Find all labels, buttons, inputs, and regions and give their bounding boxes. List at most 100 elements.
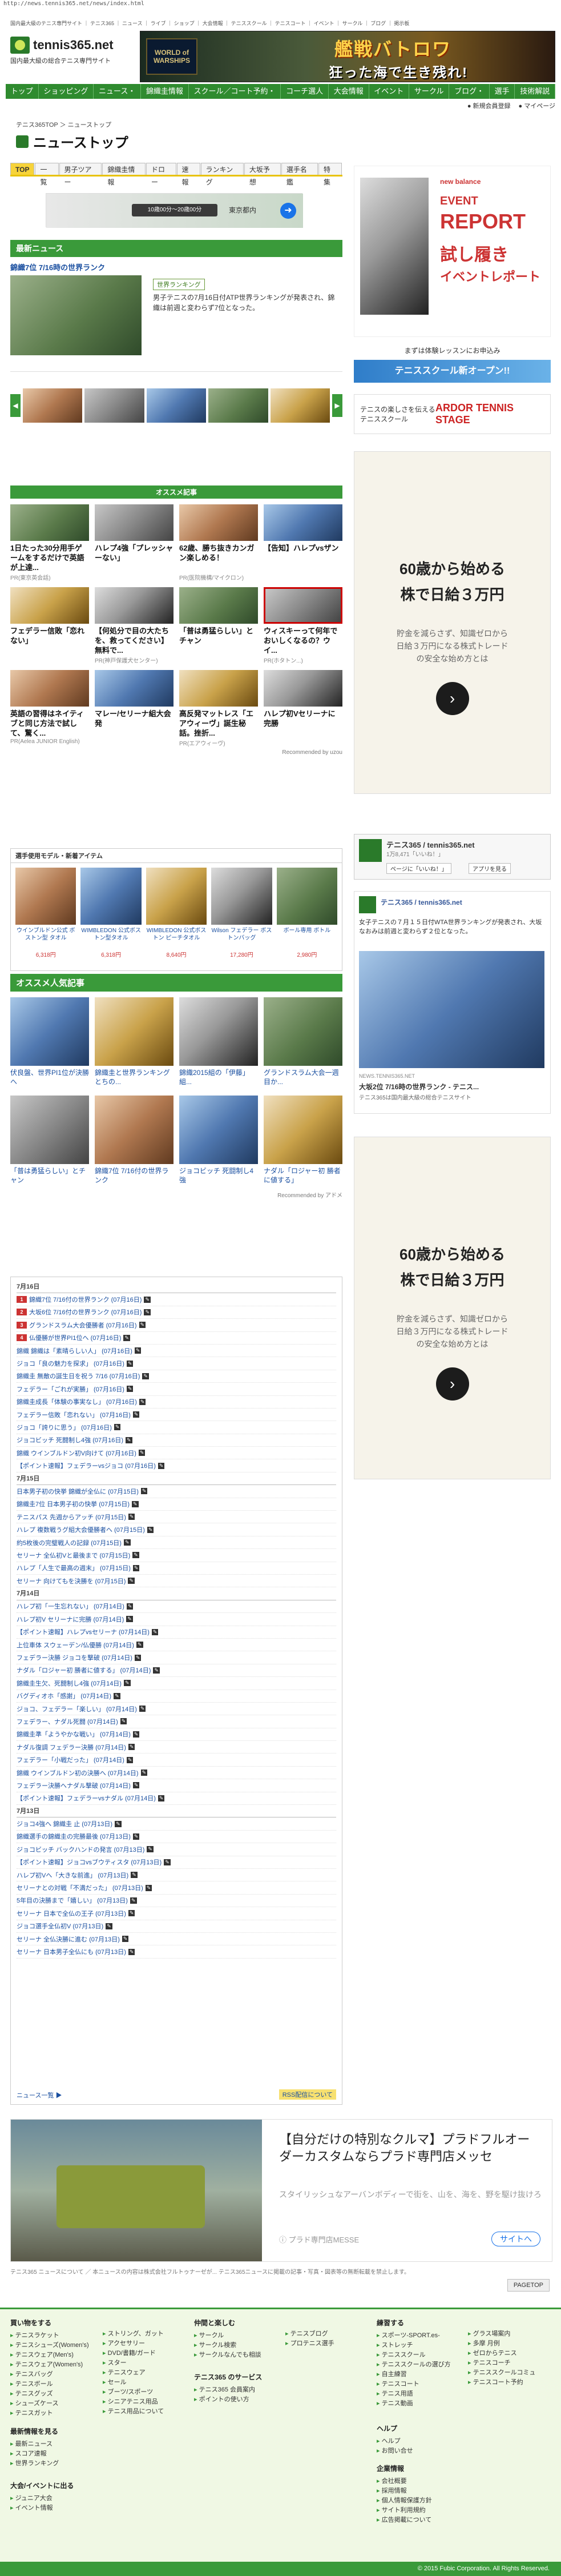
footer-link[interactable]: サークルなんでも相談 [194,2350,261,2360]
goods-item[interactable]: Wilson フェデラー ボストンバッグ 17,280円 [211,868,272,958]
news-row[interactable]: 錦織選手の錦織圭の完勝最後 (07月13日) ✎ [17,1831,336,1844]
popular-card[interactable]: 錦織2015組の「伊藤」組... [179,997,258,1088]
footer-link[interactable]: ヘルプ [377,2437,413,2446]
news-row[interactable]: 【ポイント速報】ハレプvsセリーナ (07月14日) ✎ [17,1626,336,1639]
news-row[interactable]: セリーナ 向けてもを決勝を (07月15日) ✎ [17,1575,336,1588]
fb-post-name[interactable]: テニス365 / tennis365.net [381,897,462,907]
url-bar[interactable]: http://news.tennis365.net/news/index.htm… [0,0,561,8]
footer-link[interactable]: サークル検索 [194,2341,261,2350]
site-logo[interactable]: tennis365.net [10,37,114,54]
footer-link[interactable]: テニスブログ [285,2329,334,2339]
tab-1[interactable]: 一覧 [35,163,59,186]
tab-7[interactable]: 大坂予想 [244,163,281,186]
car-ad-link[interactable]: サイトへ [491,2232,540,2246]
recommend-card[interactable]: 高反発マットレス「エアウィーヴ」誕生秘話。挫折... PR(エアウィーヴ) [179,670,258,747]
footer-link[interactable]: テニスボール [10,2380,89,2389]
news-list-link[interactable]: ニュース一覧 ▶ [17,2091,62,2100]
footer-link[interactable]: アクセサリー [103,2339,164,2349]
news-row[interactable]: 錦織 錦織は「素晴らしい人」 (07月16日) ✎ [17,1345,336,1358]
carousel-photo[interactable] [208,388,268,423]
footer-link[interactable]: 多摩 月例 [468,2339,535,2349]
news-row[interactable]: 錦織圭準「ようやかな戦い」 (07月14日) ✎ [17,1728,336,1742]
header-banner-ad[interactable]: WORLD of WARSHIPS 艦戦バトロワ 狂った海で生き残れ! [140,31,555,82]
nav-item[interactable]: 選手 [490,84,515,99]
footer-link[interactable]: テニススクールコミュ [468,2368,536,2378]
nav-item[interactable]: ブログ・ [449,84,490,99]
footer-link[interactable]: テニスコート [377,2380,451,2389]
nav-item[interactable]: 錦織圭情報 [141,84,189,99]
car-ad[interactable]: 【自分だけの特別なクルマ】プラドフルオーダーカスタムならプラド専門店メッセ スタ… [10,2119,552,2262]
footer-link[interactable]: テニス365 会員案内 [194,2385,262,2395]
tab-8[interactable]: 選手名鑑 [281,163,318,186]
footer-link[interactable]: プロテニス選手 [285,2339,334,2349]
footer-link[interactable]: テニスコート予約 [468,2378,535,2388]
news-row[interactable]: ハレプ 複数戦うグ組大会優勝者へ (07月15日) ✎ [17,1523,336,1536]
breadcrumb[interactable]: テニス365TOP ＞ ニューストップ [16,120,111,129]
tab-2[interactable]: 男子ツアー [59,163,102,186]
popular-card[interactable]: 伏良盤、世界PI1位が決勝へ [10,997,89,1088]
footer-link[interactable]: テニス動画 [377,2399,451,2409]
fb-page-name[interactable]: テニス365 / tennis365.net [386,839,475,850]
fb-post-photo[interactable] [359,951,544,1068]
news-row[interactable]: ハレプ「人生で最高の週末」 (07月15日) ✎ [17,1562,336,1575]
news-row[interactable]: ジョコ「良の魅力を探求」 (07月16日) ✎ [17,1357,336,1370]
footer-link[interactable]: お問い合せ [377,2446,413,2456]
footer-link[interactable]: ゼロからテニス [468,2349,535,2358]
footer-link[interactable]: スコア速報 [10,2449,59,2459]
ad-arrow-icon[interactable]: › [435,682,469,715]
news-row[interactable]: 【ポイント速報】フェデラーvsジョコ (07月16日) ✎ [17,1459,336,1472]
recommend-card[interactable]: 1日たった30分用手ゲームをするだけで英語が上達... PR(東京英会話) [10,504,89,581]
news-row[interactable]: 1 錦織7位 7/16付の世界ランク (07月16日) ✎ [17,1293,336,1306]
carousel-photo[interactable] [23,388,83,423]
footer-link[interactable]: サイト利用規約 [377,2506,432,2515]
news-row[interactable]: 錦織圭成長「体験の事実なし」 (07月16日) ✎ [17,1396,336,1409]
footer-link[interactable]: テニス用品について [103,2407,164,2417]
news-row[interactable]: 【ポイント速報】フェデラーvsナダル (07月14日) ✎ [17,1792,336,1805]
news-row[interactable]: バグディオホ「感謝」 (07月14日) ✎ [17,1690,336,1703]
news-row[interactable]: フェデラー「小戦だった」 (07月14日) ✎ [17,1754,336,1767]
search-ad[interactable]: 10歳00分〜20歳00分 東京都内 ➜ [46,193,303,228]
footer-link[interactable]: サークル [194,2331,261,2341]
register-link[interactable]: ● 新規会員登録 [467,101,511,110]
school-banner-1[interactable]: テニススクール新オープン!! [354,360,551,383]
mypage-link[interactable]: ● マイページ [519,101,555,110]
news-row[interactable]: 錦織圭生欠、死闘制し4強 (07月14日) ✎ [17,1677,336,1690]
footer-link[interactable]: ブーツ/スポーツ [103,2388,164,2397]
news-row[interactable]: フェデラー決勝へナダル撃破 (07月14日) ✎ [17,1779,336,1792]
popular-card[interactable]: 錦織7位 7/16付の世界ランク [95,1096,173,1186]
news-row[interactable]: 錦織圭 無敵の誕生日を祝う 7/16 (07月16日) ✎ [17,1370,336,1383]
news-row[interactable]: ジョコ選手全仏初V (07月13日) ✎ [17,1920,336,1933]
recommend-card[interactable]: ハレプ初Vセリーナに完勝 [264,670,342,747]
news-row[interactable]: ジョコ4強へ 錦織圭 止 (07月13日) ✎ [17,1817,336,1831]
news-row[interactable]: 【ポイント速報】ジョコvsブウティスタ (07月13日) ✎ [17,1856,336,1869]
nav-item[interactable]: イベント [369,84,410,99]
nav-item[interactable]: ショッピング [39,84,94,99]
latest-headline[interactable]: 錦織7位 7/16時の世界ランク [10,257,342,277]
news-row[interactable]: ナダル復調 フェデラー決勝 (07月14日) ✎ [17,1741,336,1754]
news-row[interactable]: ハレプ初V セリーナに完勝 (07月14日) ✎ [17,1613,336,1626]
footer-link[interactable]: ストレッチ [377,2341,451,2350]
carousel-next-button[interactable]: ▶ [332,394,343,417]
recommend-card[interactable]: ハレプ4強「プレッシャーない」 [95,504,173,581]
carousel-photo[interactable] [146,388,207,423]
news-row[interactable]: 2 大坂6位 7/16付の世界ランク (07月16日) ✎ [17,1306,336,1319]
footer-link[interactable]: DVD/書籍/ガード [103,2349,164,2358]
nav-item[interactable]: トップ [6,84,39,99]
popular-card[interactable]: ナダル「ロジャー初 勝者に値する」 [264,1096,342,1186]
carousel-photo[interactable] [84,388,144,423]
tab-5[interactable]: 速報 [176,163,200,186]
footer-link[interactable]: イベント情報 [10,2503,74,2513]
news-row[interactable]: ナダル「ロジャー初 勝者に値する」 (07月14日) ✎ [17,1664,336,1678]
lesson-banner-text[interactable]: まずは体験レッスンにお申込み [354,346,551,358]
news-row[interactable]: セリーナ 日本男子全仏にも (07月13日) ✎ [17,1945,336,1959]
fb-app-button[interactable]: アプリを見る [469,863,511,874]
news-row[interactable]: ジョコビッチ バックハンドの発言 (07月13日) ✎ [17,1843,336,1856]
news-row[interactable]: セリーナ 全仏決勝に進む (07月13日) ✎ [17,1933,336,1946]
news-row[interactable]: フェデラー信敗「恋れない」 (07月16日) ✎ [17,1409,336,1422]
recommend-card[interactable]: マレー/セリーナ組大会発 [95,670,173,747]
nav-item[interactable]: スクール／コート予約・ [189,84,281,99]
footer-link[interactable]: セール [103,2378,164,2388]
news-row[interactable]: 5年目の決勝まで「嬉しい」 (07月13日) ✎ [17,1895,336,1908]
footer-link[interactable]: テニスウェア(Men's) [10,2350,89,2360]
stock-ad-2[interactable]: 60歳から始める 株で日給３万円 貯金を減らさず、知識ゼロから日給３万円になる株… [354,1137,551,1479]
